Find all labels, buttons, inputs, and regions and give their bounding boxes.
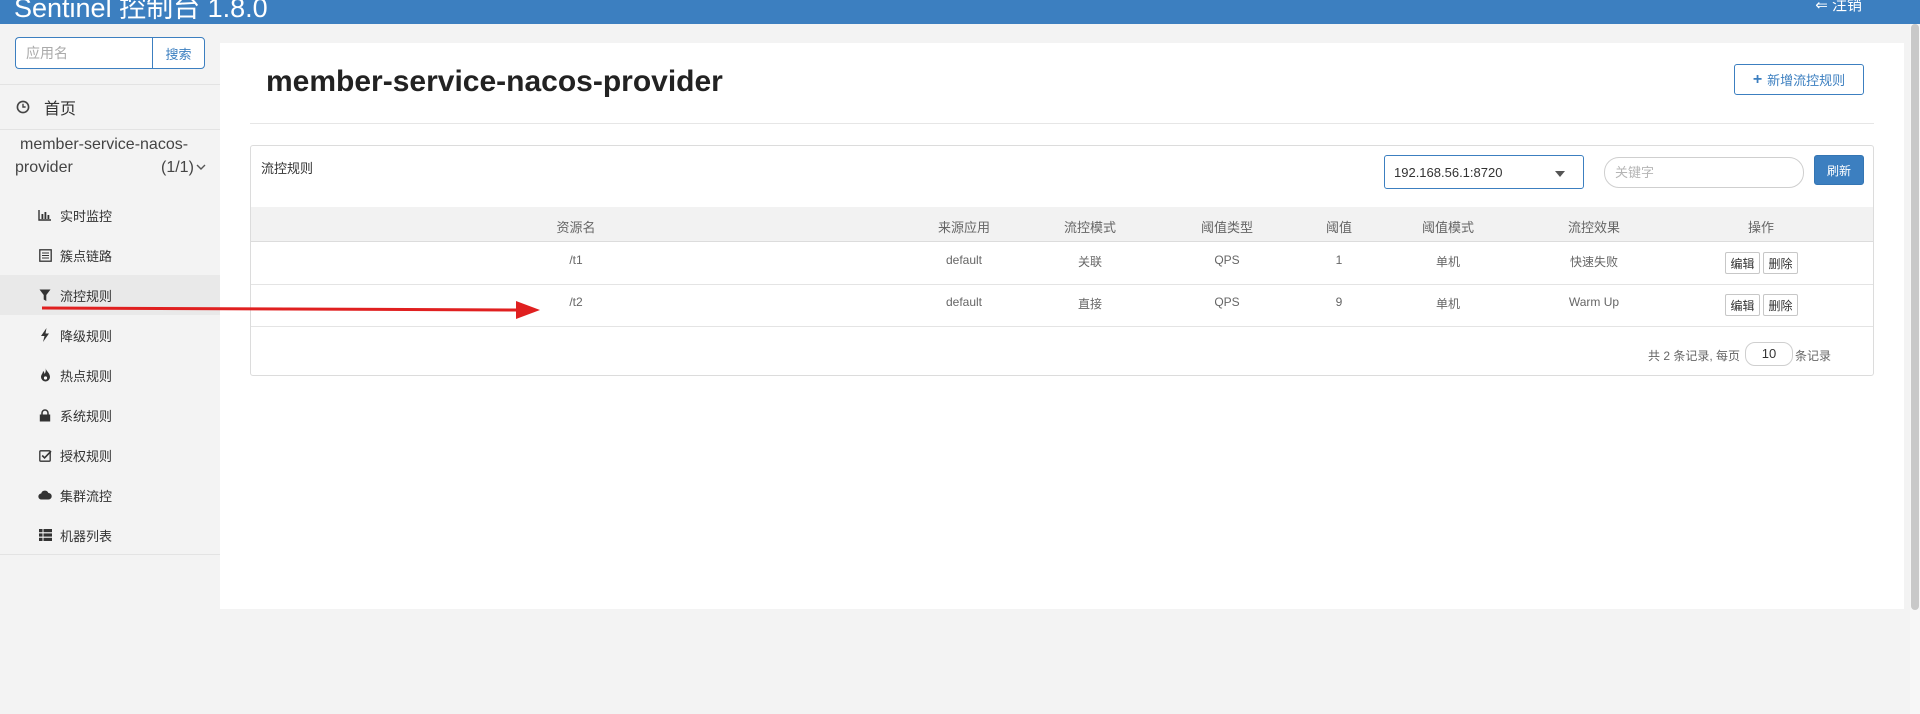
filter-icon (38, 288, 52, 302)
sidebar-divider (0, 554, 220, 555)
check-icon (38, 448, 52, 462)
cloud-icon (38, 488, 52, 502)
column-header-mode: 流控模式 (1063, 220, 1116, 235)
app-machine-count: (1/1) (161, 159, 194, 176)
keyword-search-input[interactable] (1604, 157, 1804, 188)
app-title: Sentinel 控制台 1.8.0 (14, 0, 268, 23)
sidebar-item-label: 实时监控 (60, 208, 113, 224)
cell-effect: Warm Up (1568, 295, 1620, 309)
column-header-count: 阈值 (1325, 220, 1352, 235)
sidebar-app-member-service[interactable]: member-service-nacos- provider (1/1) (0, 136, 220, 188)
app-search-input[interactable] (15, 37, 152, 69)
sidebar-item-label: 流控规则 (60, 288, 113, 304)
sidebar-item-label: 授权规则 (60, 448, 113, 464)
cell-grade: QPS (1214, 253, 1240, 267)
flow-rules-card: 流控规则 192.168.56.1:8720 刷新 资源名 来源应用 流控模式 阈值类… (250, 145, 1874, 376)
sidebar-item-label: 首页 (44, 101, 77, 118)
cell-cluster: 单机 (1435, 297, 1460, 311)
sidebar-item-machine-list[interactable]: 机器列表 (0, 515, 220, 555)
main-panel: member-service-nacos-provider + 新增流控规则 流… (220, 43, 1904, 609)
sidebar-item-cluster-flow[interactable]: 集群流控 (0, 475, 220, 515)
sidebar-item-home[interactable]: 首页 (0, 84, 220, 130)
cell-origin: default (945, 253, 983, 267)
cell-count: 9 (1335, 295, 1343, 309)
column-header-cluster: 阈值模式 (1421, 220, 1474, 235)
logout-label: 注销 (1831, 0, 1862, 14)
cell-effect: 快速失败 (1569, 255, 1618, 269)
vertical-scrollbar[interactable] (1910, 24, 1920, 714)
sidebar-item-label: 集群流控 (60, 488, 113, 504)
machine-select-value: 192.168.56.1:8720 (1394, 164, 1503, 180)
table-header: 资源名 来源应用 流控模式 阈值类型 阈值 阈值模式 流控效果 操作 (251, 207, 1873, 242)
sidebar-item-system-rules[interactable]: 系统规则 (0, 395, 220, 435)
list-icon (38, 248, 52, 262)
top-header-bar: Sentinel 控制台 1.8.0 ⇐ 注销 (0, 0, 1920, 24)
table-row: /t2 default 直接 QPS 9 单机 Warm Up 编辑 删除 (251, 285, 1873, 327)
th-list-icon (38, 528, 52, 542)
machine-select[interactable]: 192.168.56.1:8720 (1384, 155, 1584, 189)
sidebar-divider (0, 129, 220, 130)
page-title: member-service-nacos-provider (266, 65, 723, 98)
sidebar-item-label: 机器列表 (60, 528, 113, 544)
sidebar-item-flow-rules[interactable]: 流控规则 (0, 275, 220, 315)
add-flow-rule-button[interactable]: + 新增流控规则 (1734, 64, 1864, 95)
fire-icon (38, 368, 52, 382)
cell-mode: 关联 (1077, 255, 1102, 269)
logout-link[interactable]: ⇐ 注销 (1815, 0, 1862, 15)
cell-origin: default (945, 295, 983, 309)
sidebar-item-cluster-link[interactable]: 簇点链路 (0, 235, 220, 275)
cell-cluster: 单机 (1435, 255, 1460, 269)
title-divider (250, 123, 1874, 124)
column-header-resource: 资源名 (556, 220, 596, 235)
pagination-total-text: 共 2 条记录, 每页 (1648, 349, 1741, 363)
clock-icon (16, 100, 30, 114)
bar-chart-icon (38, 208, 52, 222)
column-header-operations: 操作 (1747, 220, 1774, 235)
app-search: 搜索 (15, 37, 205, 69)
delete-rule-button[interactable]: 删除 (1763, 252, 1798, 274)
sidebar-item-realtime-monitor[interactable]: 实时监控 (0, 195, 220, 235)
column-header-grade: 阈值类型 (1200, 220, 1253, 235)
sidebar: 搜索 首页 member-service-nacos- provider (1/… (0, 24, 220, 714)
cell-mode: 直接 (1077, 297, 1102, 311)
refresh-button[interactable]: 刷新 (1814, 155, 1864, 185)
sidebar-item-degrade-rules[interactable]: 降级规则 (0, 315, 220, 355)
add-flow-rule-label: 新增流控规则 (1767, 73, 1846, 88)
column-header-effect: 流控效果 (1567, 220, 1620, 235)
logout-icon: ⇐ (1815, 0, 1832, 14)
page-size-input[interactable]: 10 (1745, 342, 1793, 366)
card-title: 流控规则 (261, 161, 314, 176)
cell-count: 1 (1335, 253, 1343, 267)
table-row: /t1 default 关联 QPS 1 单机 快速失败 编辑 删除 (251, 243, 1873, 285)
sidebar-item-hotspot-rules[interactable]: 热点规则 (0, 355, 220, 395)
flash-icon (38, 328, 52, 342)
lock-icon (38, 408, 52, 422)
app-search-button[interactable]: 搜索 (152, 37, 205, 69)
app-name-line1: member-service-nacos- (20, 136, 189, 153)
plus-icon: + (1752, 70, 1763, 88)
cell-resource: /t2 (569, 295, 583, 309)
app-name-line2: provider (15, 159, 73, 176)
pagination-suffix-text: 条记录 (1795, 349, 1832, 363)
scrollbar-thumb[interactable] (1911, 24, 1919, 610)
sidebar-item-label: 系统规则 (60, 408, 113, 424)
edit-rule-button[interactable]: 编辑 (1725, 294, 1760, 316)
cell-resource: /t1 (569, 253, 583, 267)
sidebar-item-label: 热点规则 (60, 368, 113, 384)
sidebar-item-authority-rules[interactable]: 授权规则 (0, 435, 220, 475)
cell-grade: QPS (1214, 295, 1240, 309)
delete-rule-button[interactable]: 删除 (1763, 294, 1798, 316)
edit-rule-button[interactable]: 编辑 (1725, 252, 1760, 274)
column-header-origin: 来源应用 (937, 220, 990, 235)
caret-down-icon (1555, 171, 1565, 177)
chevron-down-icon (196, 164, 206, 170)
sidebar-item-label: 降级规则 (60, 328, 113, 344)
sidebar-item-label: 簇点链路 (60, 248, 113, 264)
